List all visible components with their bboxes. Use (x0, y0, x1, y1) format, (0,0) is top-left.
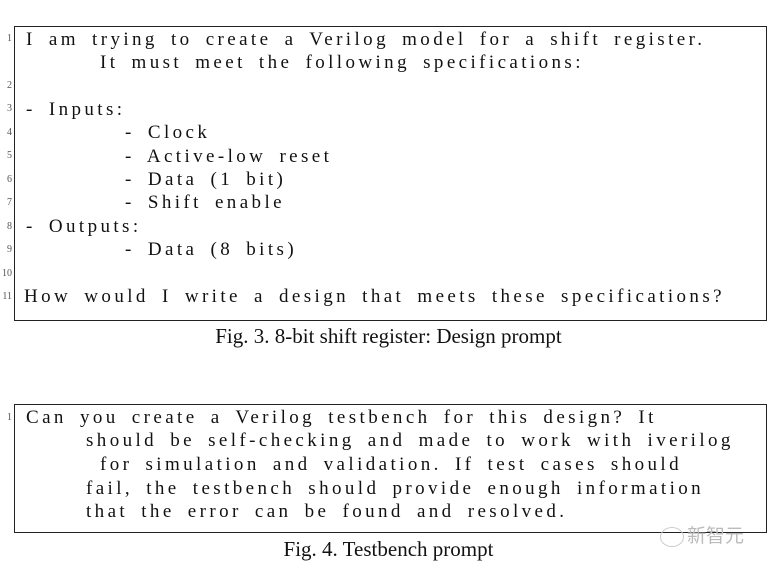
watermark: 新智元 (660, 521, 744, 548)
listing-line: - Active-low reset (125, 146, 333, 167)
line-number: 11 (2, 291, 12, 302)
listing-line: Can you create a Verilog testbench for t… (26, 407, 657, 428)
listing-line: - Outputs: (26, 216, 142, 237)
listing-line: - Shift enable (125, 192, 285, 213)
line-number: 8 (7, 221, 12, 232)
figure-caption: Fig. 3. 8-bit shift register: Design pro… (215, 324, 562, 348)
listing-line: fail, the testbench should provide enoug… (86, 478, 705, 499)
line-number: 5 (7, 150, 12, 161)
listing-line: How would I write a design that meets th… (24, 286, 725, 307)
listing-line: - Clock (125, 122, 211, 143)
listing-line: - Inputs: (26, 99, 126, 120)
line-number: 10 (2, 268, 12, 279)
watermark-text: 新智元 (687, 525, 745, 547)
wechat-icon (660, 526, 684, 547)
line-number: 2 (7, 80, 12, 91)
listing-line: - Data (1 bit) (125, 169, 287, 190)
line-number: 6 (7, 174, 12, 185)
line-number: 4 (7, 127, 12, 138)
listing-line: - Data (8 bits) (125, 239, 298, 260)
listing-line: It must meet the following specification… (100, 52, 584, 73)
line-number: 9 (7, 244, 12, 255)
line-number: 1 (7, 412, 12, 423)
listing-line: that the error can be found and resolved… (86, 501, 568, 522)
line-number: 1 (7, 33, 12, 44)
listing-line: for simulation and validation. If test c… (100, 454, 682, 475)
listing-line: I am trying to create a Verilog model fo… (26, 29, 706, 50)
line-number: 3 (7, 103, 12, 114)
listing-line: should be self-checking and made to work… (86, 430, 734, 451)
line-number: 7 (7, 197, 12, 208)
